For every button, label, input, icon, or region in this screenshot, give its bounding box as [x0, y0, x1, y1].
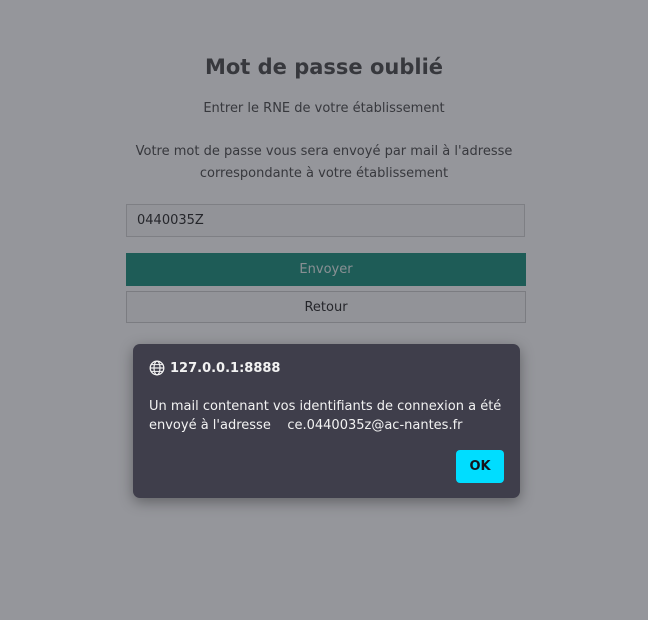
alert-dialog: 127.0.0.1:8888 Un mail contenant vos ide…	[133, 344, 520, 498]
dialog-message: Un mail contenant vos identifiants de co…	[149, 399, 506, 433]
globe-icon	[149, 360, 165, 376]
ok-button[interactable]: OK	[456, 450, 504, 483]
dialog-origin-text: 127.0.0.1:8888	[170, 360, 281, 376]
modal-overlay	[0, 0, 648, 620]
dialog-origin: 127.0.0.1:8888	[149, 359, 280, 377]
